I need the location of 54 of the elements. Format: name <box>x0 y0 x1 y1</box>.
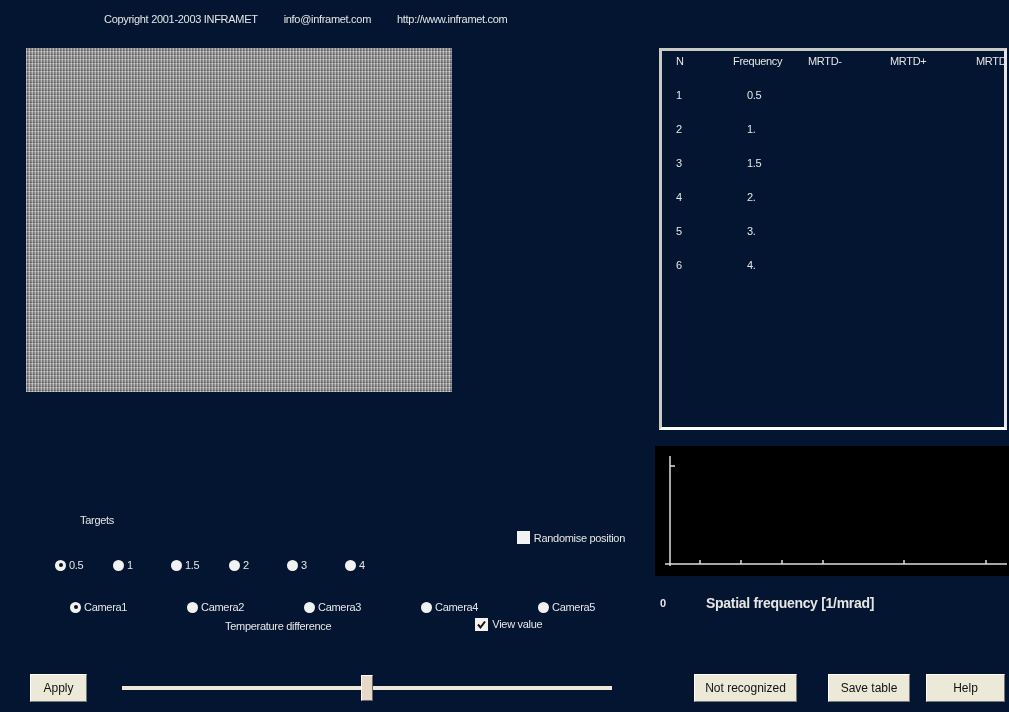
axis-origin-label: 0 <box>660 597 667 609</box>
radio-button[interactable] <box>55 559 66 571</box>
radio-label: 1 <box>127 559 133 571</box>
radio-label: 1.5 <box>185 559 200 571</box>
axis-title: Spatial frequency [1/mrad] <box>706 595 875 611</box>
radio-label: 0.5 <box>69 559 84 571</box>
table-cell-text: 2. <box>746 190 757 205</box>
radio-button[interactable] <box>229 559 240 571</box>
slider-thumb[interactable] <box>361 675 373 701</box>
checkbox[interactable] <box>516 531 530 544</box>
radio-button[interactable] <box>171 559 182 571</box>
checkbox-label: View value <box>492 618 543 630</box>
column-header: MRTD- <box>808 54 843 69</box>
table-cell-text: 1. <box>746 122 757 137</box>
table-cell-text: 3 <box>675 156 683 171</box>
radio-label: Camera2 <box>201 601 245 613</box>
targets-label: Targets <box>80 514 114 528</box>
table-cell-text: 2 <box>675 122 683 137</box>
radio-button[interactable] <box>70 601 81 613</box>
radio-label: Camera5 <box>552 601 596 613</box>
radio-button[interactable] <box>287 559 298 571</box>
radio-button[interactable] <box>304 601 315 613</box>
action-button[interactable]: Not recognized <box>694 674 797 702</box>
radio-button[interactable] <box>345 559 356 571</box>
table-cell-text: 0.5 <box>746 88 763 103</box>
table-cell-text: 3. <box>746 224 757 239</box>
column-header: N <box>675 54 685 69</box>
column-header: MRTD+ <box>890 54 928 69</box>
radio-button[interactable] <box>187 601 198 613</box>
table-cell-text: 1.5 <box>746 156 763 171</box>
radio-label: Camera1 <box>84 601 128 613</box>
radio-button[interactable] <box>538 601 549 613</box>
temperature-label: Temperature difference <box>225 620 332 632</box>
copyright-text: Copyright 2001-2003 INFRAMET <box>104 13 258 25</box>
apply-button[interactable]: Apply <box>30 674 87 702</box>
table-cell-text: 4. <box>746 258 757 273</box>
email-text: info@inframet.com <box>283 13 371 25</box>
radio-label: Camera3 <box>318 601 362 613</box>
url-text: http://www.inframet.com <box>397 13 508 25</box>
action-button[interactable]: Help <box>926 674 1005 702</box>
radio-button[interactable] <box>421 601 432 613</box>
radio-label: Camera4 <box>435 601 479 613</box>
table-cell-text: 4 <box>675 190 683 205</box>
radio-button[interactable] <box>113 559 124 571</box>
table-cell-text: 6 <box>675 258 683 273</box>
checkbox-label: Randomise position <box>533 531 625 544</box>
action-button[interactable]: Save table <box>828 674 910 702</box>
table-cell-text: 5 <box>675 224 683 239</box>
radio-label: 3 <box>301 559 307 571</box>
radio-label: 2 <box>243 559 249 571</box>
table-cell-text: 1 <box>675 88 683 103</box>
column-header: Frequency <box>733 54 784 69</box>
radio-label: 4 <box>359 559 365 571</box>
checkbox[interactable] <box>475 617 489 631</box>
